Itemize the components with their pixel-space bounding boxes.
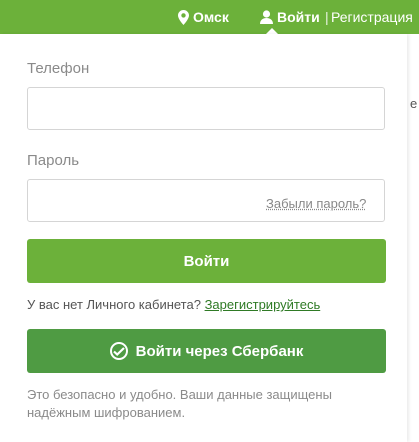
sberbank-logo-icon bbox=[109, 342, 128, 360]
phone-input[interactable] bbox=[27, 87, 385, 130]
city-label: Омск bbox=[193, 9, 229, 25]
location-pin-icon bbox=[178, 9, 189, 25]
city-selector[interactable]: Омск bbox=[178, 0, 229, 34]
user-icon bbox=[260, 10, 273, 24]
top-bar: Омск Войти | Регистрация bbox=[0, 0, 419, 35]
no-account-text: У вас нет Личного кабинета? bbox=[27, 297, 201, 312]
header-register-link[interactable]: Регистрация bbox=[331, 0, 413, 34]
sberbank-login-button[interactable]: Войти через Сбербанк bbox=[27, 329, 386, 373]
forgot-password-link[interactable]: Забыли пароль? bbox=[266, 196, 366, 211]
register-link[interactable]: Зарегистрируйтесь bbox=[205, 297, 321, 312]
phone-label: Телефон bbox=[27, 60, 90, 77]
password-label: Пароль bbox=[27, 152, 80, 169]
header-login-label: Войти bbox=[277, 9, 320, 25]
background-text-fragment: е bbox=[410, 96, 418, 111]
no-account-row: У вас нет Личного кабинета? Зарегистриру… bbox=[27, 297, 320, 312]
security-note: Это безопасно и удобно. Ваши данные защи… bbox=[27, 387, 332, 420]
sberbank-login-label: Войти через Сбербанк bbox=[135, 342, 304, 360]
login-button[interactable]: Войти bbox=[27, 239, 386, 283]
header-separator: | bbox=[325, 9, 329, 25]
